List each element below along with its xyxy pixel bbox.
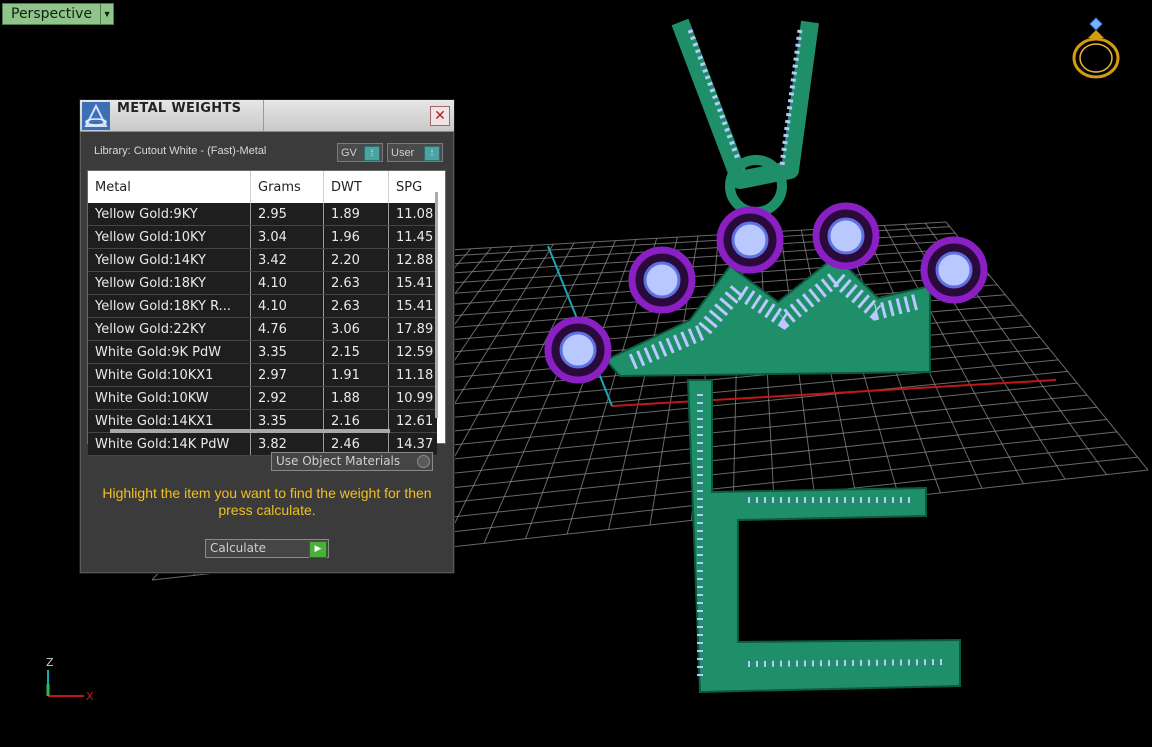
cell-spg: 12.88 — [388, 248, 437, 272]
cell-metal: White Gold:14K PdW — [88, 432, 251, 456]
cell-dwt: 2.63 — [323, 271, 389, 295]
z-axis-label: Z — [46, 656, 54, 669]
user-toggle[interactable]: User ⁞ — [387, 143, 443, 162]
column-header-grams[interactable]: Grams — [250, 171, 324, 203]
perspective-view-label[interactable]: Perspective — [2, 3, 102, 25]
cell-spg: 11.45 — [388, 225, 437, 249]
cell-grams: 2.92 — [250, 386, 324, 410]
axis-gizmo-icon: Z X — [46, 656, 94, 703]
cell-grams: 2.95 — [250, 203, 324, 226]
cell-dwt: 1.91 — [323, 363, 389, 387]
x-axis-label: X — [86, 690, 94, 703]
table-row[interactable]: Yellow Gold:18KY 4.10 2.63 15.41 — [88, 271, 437, 295]
cell-metal: White Gold:10KX1 — [88, 363, 251, 387]
cell-spg: 11.18 — [388, 363, 437, 387]
user-label: User — [391, 146, 415, 159]
cell-spg: 15.41 — [388, 294, 437, 318]
table-row[interactable]: Yellow Gold:9KY 2.95 1.89 11.08 — [88, 203, 437, 226]
cell-grams: 2.97 — [250, 363, 324, 387]
gem-stone — [643, 261, 681, 299]
cell-dwt: 1.88 — [323, 386, 389, 410]
user-toggle-icon[interactable]: ⁞ — [424, 146, 440, 161]
perspective-view-tab[interactable]: Perspective ▼ — [2, 3, 115, 25]
cell-metal: White Gold:9K PdW — [88, 340, 251, 364]
cell-dwt: 2.15 — [323, 340, 389, 364]
close-icon[interactable]: ✕ — [430, 106, 450, 126]
cell-dwt: 2.20 — [323, 248, 389, 272]
gem-stone — [935, 251, 973, 289]
gv-toggle-icon[interactable]: ⁞ — [364, 146, 380, 161]
column-header-metal[interactable]: Metal — [88, 171, 251, 203]
cell-metal: Yellow Gold:22KY — [88, 317, 251, 341]
cell-spg: 15.41 — [388, 271, 437, 295]
cell-metal: Yellow Gold:18KY R... — [88, 294, 251, 318]
grid-line — [442, 241, 596, 549]
cell-grams: 3.35 — [250, 340, 324, 364]
cell-spg: 17.89 — [388, 317, 437, 341]
radio-circle-icon[interactable] — [417, 455, 430, 468]
metal-table[interactable]: Metal Grams DWT SPG Yellow Gold:9KY 2.95 1… — [87, 170, 446, 456]
chevron-down-icon[interactable]: ▼ — [101, 3, 115, 25]
panel-titlebar[interactable]: METAL WEIGHTS ✕ — [80, 100, 454, 132]
titlebar-divider — [263, 100, 264, 131]
cell-dwt: 2.63 — [323, 294, 389, 318]
cell-dwt: 1.89 — [323, 203, 389, 226]
gv-label: GV — [341, 146, 357, 159]
table-row[interactable]: Yellow Gold:18KY R... 4.10 2.63 15.41 — [88, 294, 437, 318]
matrix-logo-icon — [82, 102, 110, 130]
cell-metal: White Gold:10KW — [88, 386, 251, 410]
letter-e-body — [686, 379, 961, 694]
calculate-label: Calculate — [210, 541, 267, 555]
cell-spg: 12.61 — [388, 409, 437, 433]
cell-grams: 3.04 — [250, 225, 324, 249]
table-row[interactable]: Yellow Gold:10KY 3.04 1.96 11.45 — [88, 225, 437, 249]
gem-stone — [559, 331, 597, 369]
x-axis-line — [611, 379, 1057, 407]
use-object-materials-label: Use Object Materials — [276, 454, 401, 468]
cell-grams: 3.42 — [250, 248, 324, 272]
cell-metal: Yellow Gold:10KY — [88, 225, 251, 249]
cell-metal: Yellow Gold:9KY — [88, 203, 251, 226]
table-horizontal-scrollbar[interactable] — [110, 429, 390, 433]
table-row[interactable]: Yellow Gold:22KY 4.76 3.06 17.89 — [88, 317, 437, 341]
gv-toggle[interactable]: GV ⁞ — [337, 143, 383, 162]
table-vertical-scrollbar[interactable] — [433, 192, 439, 418]
instruction-text: Highlight the item you want to find the … — [102, 485, 432, 518]
grid-line — [427, 239, 962, 276]
cell-grams: 4.10 — [250, 271, 324, 295]
play-icon[interactable]: ▶ — [309, 541, 327, 558]
cell-dwt: 1.96 — [323, 225, 389, 249]
cell-spg: 10.99 — [388, 386, 437, 410]
calculate-button[interactable]: Calculate ▶ — [205, 539, 329, 558]
library-label: Library: Cutout White - (Fast)-Metal — [94, 145, 267, 157]
cell-spg: 12.59 — [388, 340, 437, 364]
gem-stone — [827, 217, 865, 255]
cell-dwt: 3.06 — [323, 317, 389, 341]
column-header-spg[interactable]: SPG — [388, 171, 437, 203]
column-header-dwt[interactable]: DWT — [323, 171, 389, 203]
table-header-row: Metal Grams DWT SPG — [88, 171, 437, 203]
metal-weights-table: Metal Grams DWT SPG Yellow Gold:9KY 2.95 1… — [88, 171, 437, 456]
gem-stone — [731, 221, 769, 259]
table-row[interactable]: White Gold:10KW 2.92 1.88 10.99 — [88, 386, 437, 410]
table-row[interactable]: Yellow Gold:14KY 3.42 2.20 12.88 — [88, 248, 437, 272]
vertical-scroll-thumb[interactable] — [435, 192, 438, 418]
panel-title: METAL WEIGHTS — [117, 101, 242, 116]
cell-grams: 4.10 — [250, 294, 324, 318]
use-object-materials-field[interactable]: Use Object Materials — [271, 452, 433, 471]
metal-weights-panel: METAL WEIGHTS ✕ Library: Cutout White - … — [79, 99, 455, 574]
ring-icon[interactable] — [1068, 14, 1124, 82]
table-row[interactable]: White Gold:10KX1 2.97 1.91 11.18 — [88, 363, 437, 387]
table-row[interactable]: White Gold:9K PdW 3.35 2.15 12.59 — [88, 340, 437, 364]
cell-metal: Yellow Gold:18KY — [88, 271, 251, 295]
cell-metal: Yellow Gold:14KY — [88, 248, 251, 272]
cell-grams: 4.76 — [250, 317, 324, 341]
cell-spg: 11.08 — [388, 203, 437, 226]
